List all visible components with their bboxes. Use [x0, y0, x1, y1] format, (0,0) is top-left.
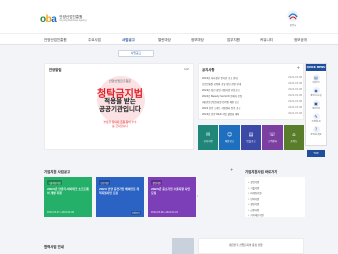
nav-item-disclosure[interactable]: 정보공개: [294, 38, 307, 43]
card-tag: 기술개발지원: [47, 180, 63, 185]
nav-item-plaza[interactable]: 열린마당: [158, 38, 171, 43]
business-heading: 기업지원 사업공고: [44, 170, 71, 174]
business-card[interactable]: 판로지원 2024 안양 중견기업 해외판로 개척지원사업 모집 신청하기: [96, 177, 144, 217]
chat-icon: ✎: [312, 112, 320, 120]
notice-item[interactable]: (재)안양산업진흥원 임직원 채용 공고 2024-03-08: [202, 100, 302, 104]
main-banner[interactable]: 안양알림 1/2 안양산업진흥원은 청탁금지법 적용을 받는 공공기관입니다 부정…: [44, 63, 194, 150]
card-title: 2024년 안양기·하이테크 소프트웨어 개발 지원: [47, 187, 89, 195]
banner-line-org: 안양산업진흥원은: [108, 79, 132, 83]
footer-promo[interactable]: 대한민국 산업단지의 중심 안양: [198, 238, 304, 254]
menu-box-item[interactable]: 기술지원: [248, 186, 259, 190]
banner-line-note: 부정한 청탁과 금품 등의 수수 를 금지합니다: [103, 120, 137, 128]
notice-item[interactable]: 2024 안양 스마트 지원센터 입주 공고 2024-03-08: [202, 106, 302, 110]
city-emblem-icon[interactable]: [287, 10, 299, 22]
person-icon: ☺: [227, 132, 233, 138]
nav-item-notices[interactable]: 사업공고: [122, 38, 135, 43]
nav-item-info[interactable]: 정보마당: [191, 38, 204, 43]
menu-box-heading: 기업지원사업 바로가기: [245, 170, 278, 174]
tile-recruit[interactable]: ☺ 채용공고: [219, 125, 240, 150]
nav-item-community[interactable]: 커뮤니티: [260, 38, 273, 43]
menu-box-item[interactable]: 인력지원: [248, 197, 259, 201]
banner-line-subject: 적용을 받는 공공기관입니다: [99, 98, 141, 113]
menu-box-item[interactable]: 금융지원: [248, 208, 259, 212]
banner-pager[interactable]: 1/2: [184, 67, 189, 71]
menu-box-item[interactable]: 창업지원: [248, 180, 259, 184]
quick-item-voice[interactable]: ✎ 고객의소리: [306, 112, 326, 124]
notice-more-icon[interactable]: +: [297, 65, 300, 70]
chevron-right-icon[interactable]: ›: [197, 194, 198, 198]
question-icon: ?: [312, 125, 320, 133]
tile-org-chart[interactable]: ⌂ 조직도: [283, 125, 305, 150]
banner-heading: 안양알림: [49, 68, 62, 72]
emblem-label: 안양시: [289, 24, 297, 27]
footer-promo-text: 대한민국 산업단지의 중심 안양: [229, 244, 263, 247]
notice-board: 공지사항 + 2024년 하나정부 온라인 공고 안내 2024-03-08 산업…: [198, 63, 304, 120]
scroll-top-button[interactable]: TOP: [307, 150, 325, 157]
site-header: oba 안양산업진흥원 Anyang Business Agency 안양시: [0, 0, 338, 33]
card-date: 2024.03.07~2024.04.08: [47, 211, 74, 214]
notice-item[interactable]: 산업진흥원 공통의 공유 정보 관련 안내 2024-03-08: [202, 82, 302, 86]
quick-item-directions[interactable]: ◉ 찾아오시는길: [306, 86, 326, 98]
headset-icon: ☏: [269, 132, 276, 138]
map-pin-icon: ◉: [312, 86, 320, 94]
org-chart-icon: ⌂: [292, 132, 296, 138]
menu-box-item[interactable]: 마케팅지원: [248, 191, 261, 195]
menu-box-item[interactable]: 지식재산지원: [248, 213, 263, 217]
business-card[interactable]: 창업지원 2024년 중소기업 수출지원 사업 모집 2024.03.08~20…: [148, 177, 196, 217]
quick-menu: QUICK MENU ▤ 사업공고 ◉ 찾아오시는길 ▣ 정보공개 ✎ 고객의소리 ? 자…: [305, 63, 327, 146]
menu-box: 창업지원 기술지원 마케팅지원 인력지원 경영지원 금융지원 지식재산지원: [245, 177, 305, 217]
quick-item-faq[interactable]: ? 자주묻는질문: [306, 125, 326, 137]
card-tag: 창업지원: [151, 180, 163, 185]
shortcut-tiles: ✉ 공지사항 ☺ 채용공고 ▤ 입찰공고 ☏ 고객센터 ⌂ 조직도: [198, 125, 305, 150]
notice-item[interactable]: 2024년 청년 창업 지원사업 모집공고 2024-03-08: [202, 88, 302, 92]
quick-item-disclosure[interactable]: ▣ 정보공개: [306, 99, 326, 111]
notice-item[interactable]: 2024년 안양 R&D 사업 설명회 개최 2024-03-08: [202, 112, 302, 116]
card-title: 2024년 중소기업 수출지원 사업 모집: [151, 187, 191, 195]
notice-item[interactable]: 2024년 Beauty Summit 판매자 모집 2024-03-08: [202, 94, 302, 98]
document-icon: ▤: [248, 132, 254, 138]
quick-item-notices[interactable]: ▤ 사업공고: [306, 73, 326, 85]
footer-photo: [172, 238, 194, 254]
tile-support-center[interactable]: ☏ 고객센터: [262, 125, 283, 150]
nav-item-support[interactable]: 업무지원: [227, 38, 240, 43]
card-tag: 판로지원: [99, 180, 111, 185]
tile-notice[interactable]: ✉ 공지사항: [198, 125, 219, 150]
logo-text: 안양산업진흥원 Anyang Business Agency: [59, 15, 87, 22]
megaphone-icon: ✉: [206, 132, 211, 138]
logo-mark: oba: [40, 13, 57, 25]
tile-bid[interactable]: ▤ 입찰공고: [240, 125, 262, 150]
nav-highlight-button[interactable]: 사업공고: [118, 50, 154, 57]
site-logo[interactable]: oba 안양산업진흥원 Anyang Business Agency: [40, 12, 87, 26]
card-apply-button[interactable]: 신청하기: [130, 211, 141, 215]
folder-icon: ▣: [312, 99, 320, 107]
notice-item[interactable]: 2024년 하나정부 온라인 공고 안내 2024-03-08: [202, 76, 302, 80]
card-date: 2024.03.08~2024.03.22: [151, 211, 178, 214]
business-more-icon[interactable]: +: [230, 167, 233, 172]
card-title: 2024 안양 중견기업 해외판로 개척지원사업 모집: [99, 187, 139, 195]
clipboard-icon: ▤: [312, 73, 320, 81]
menu-box-item[interactable]: 경영지원: [248, 202, 259, 206]
main-nav: 안양산업진흥원 주요사업 사업공고 열린마당 정보마당 업무지원 커뮤니티 정보…: [0, 33, 338, 45]
notice-heading: 공지사항: [202, 68, 215, 72]
quick-menu-title: QUICK MENU: [306, 64, 326, 71]
partners-heading: 협력사업 안내: [44, 245, 64, 249]
nav-item-business[interactable]: 주요사업: [88, 38, 101, 43]
nav-item-about[interactable]: 안양산업진흥원: [44, 38, 67, 43]
business-card[interactable]: 기술개발지원 2024년 안양기·하이테크 소프트웨어 개발 지원 2024.0…: [44, 177, 92, 217]
